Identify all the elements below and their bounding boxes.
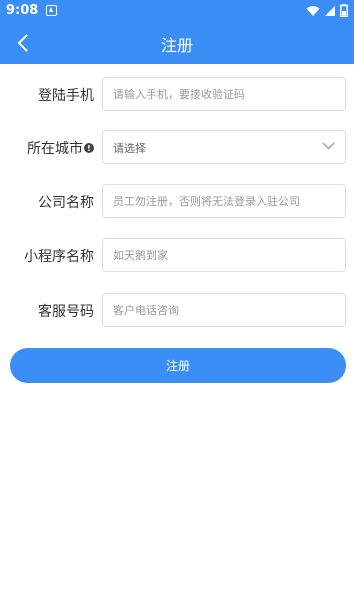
company-label: 公司名称 [38,195,94,211]
city-label: 所在城市 ! [27,138,94,158]
page-title: 注册 [160,36,193,55]
register-button[interactable]: 注册 [10,348,346,383]
status-time: 9:08 [6,3,39,18]
info-icon: ! [84,143,94,153]
company-row: 公司名称 [0,184,354,218]
battery-icon [340,4,348,17]
service-phone-row: 客服号码 [0,293,354,327]
app-header: 9:08 注册 [0,0,354,64]
status-icons [306,4,348,17]
city-select-value: 请选择 [113,142,146,155]
status-bar: 9:08 [0,0,354,22]
company-input[interactable] [102,184,346,218]
city-row: 所在城市 ! 请选择 [0,130,354,164]
miniprogram-label: 小程序名称 [24,249,94,265]
app-a-icon [46,5,57,16]
miniprogram-input[interactable] [102,238,346,272]
miniprogram-row: 小程序名称 [0,238,354,272]
signal-icon [325,5,335,16]
service-phone-label: 客服号码 [38,304,94,320]
phone-label: 登陆手机 [38,88,94,104]
nav-bar: 注册 [0,22,354,64]
chevron-down-icon [322,142,335,150]
city-select[interactable]: 请选择 [102,130,346,164]
city-label-text: 所在城市 [27,141,83,157]
service-phone-input[interactable] [102,293,346,327]
phone-row: 登陆手机 [0,77,354,111]
wifi-icon [306,5,320,16]
phone-input[interactable] [102,77,346,111]
